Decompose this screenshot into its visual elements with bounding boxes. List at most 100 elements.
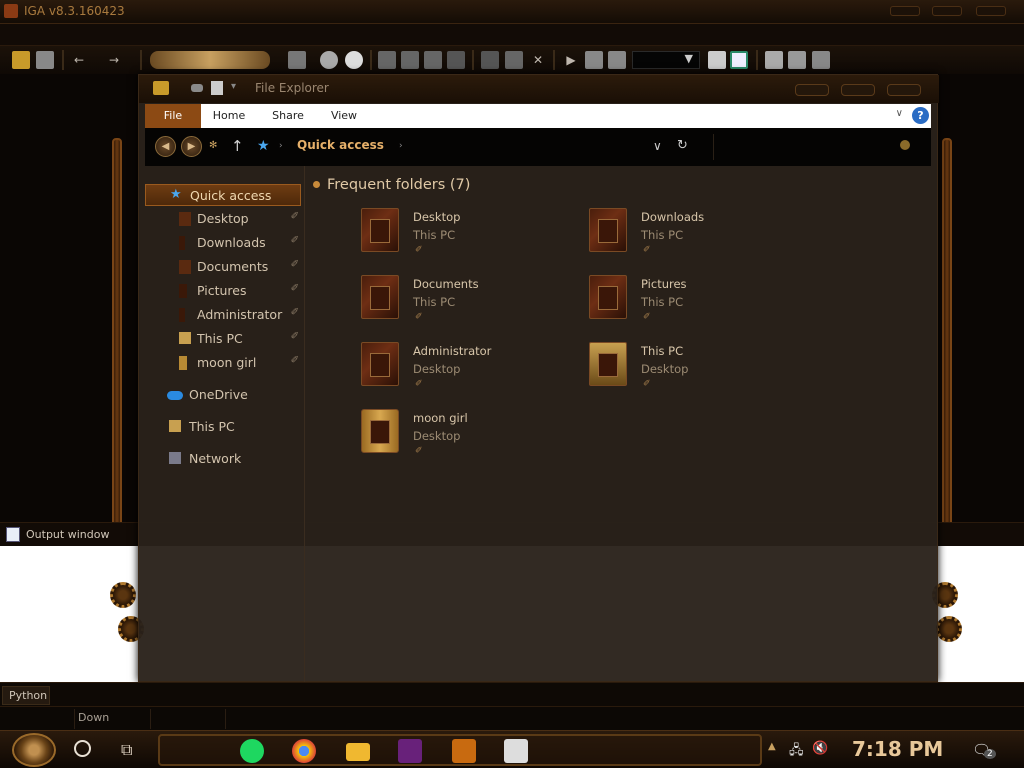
folder-location: This PC bbox=[641, 295, 684, 309]
pin-icon[interactable]: ✐ bbox=[291, 211, 299, 222]
recent-locations-icon[interactable]: ✻ bbox=[209, 140, 217, 151]
desktop-folder-icon bbox=[179, 212, 191, 226]
properties-icon[interactable] bbox=[191, 84, 203, 92]
folder-tile-desktop[interactable]: Desktop This PC ✐ bbox=[361, 208, 571, 268]
section-title[interactable]: Frequent folders (7) bbox=[327, 177, 470, 193]
table-icon[interactable] bbox=[401, 51, 419, 69]
nav-item-this-pc[interactable]: This PC bbox=[145, 416, 301, 438]
folder-name: This PC bbox=[641, 344, 684, 358]
file-explorer-icon[interactable] bbox=[346, 743, 370, 761]
nav-item-label: This PC bbox=[189, 419, 235, 434]
forward-arrow-icon[interactable]: → bbox=[105, 51, 123, 69]
document-icon[interactable] bbox=[765, 51, 783, 69]
nav-item-pictures[interactable]: Pictures ✐ bbox=[145, 280, 301, 302]
task-view-icon[interactable]: ⧉ bbox=[121, 740, 132, 760]
expand-ribbon-icon[interactable]: ∨ bbox=[896, 108, 903, 119]
chevron-down-icon[interactable]: ▾ bbox=[231, 81, 236, 92]
globe-icon[interactable] bbox=[320, 51, 338, 69]
chevron-down-icon[interactable]: ∨ bbox=[653, 139, 662, 153]
settings-icon[interactable] bbox=[788, 51, 806, 69]
folder-name: Pictures bbox=[641, 277, 687, 291]
show-hidden-icons-icon[interactable]: ▲ bbox=[768, 741, 776, 752]
nav-item-desktop[interactable]: Desktop ✐ bbox=[145, 208, 301, 230]
copy-icon[interactable] bbox=[708, 51, 726, 69]
nav-item-administrator[interactable]: Administrator ✐ bbox=[145, 304, 301, 326]
tab-share[interactable]: Share bbox=[263, 104, 313, 128]
open-icon[interactable] bbox=[12, 51, 30, 69]
pin-icon[interactable]: ✐ bbox=[291, 331, 299, 342]
nav-item-quick-access[interactable]: ★ Quick access bbox=[145, 184, 301, 206]
nav-item-moon-girl[interactable]: moon girl ✐ bbox=[145, 352, 301, 374]
up-arrow-icon[interactable]: ↑ bbox=[231, 137, 244, 155]
folder-tile-documents[interactable]: Documents This PC ✐ bbox=[361, 275, 571, 335]
visual-studio-icon[interactable] bbox=[398, 739, 422, 763]
save-icon[interactable] bbox=[36, 51, 54, 69]
explorer-close-button[interactable] bbox=[887, 84, 921, 96]
maximize-button[interactable] bbox=[932, 6, 962, 16]
nav-item-documents[interactable]: Documents ✐ bbox=[145, 256, 301, 278]
edit-icon[interactable] bbox=[505, 51, 523, 69]
folder-tile-this-pc[interactable]: This PC Desktop ✐ bbox=[589, 342, 799, 402]
pin-icon[interactable]: ✐ bbox=[291, 307, 299, 318]
stop-icon[interactable] bbox=[608, 51, 626, 69]
clock[interactable]: 7:18 PM bbox=[852, 737, 943, 761]
tool-icon[interactable] bbox=[447, 51, 465, 69]
nav-item-network[interactable]: Network bbox=[145, 448, 301, 470]
network-icon[interactable]: 🖧 bbox=[789, 741, 804, 763]
help-button[interactable]: ? bbox=[912, 107, 929, 124]
network-icon[interactable] bbox=[812, 51, 830, 69]
pin-icon[interactable]: ✐ bbox=[291, 235, 299, 246]
computer-icon bbox=[589, 342, 627, 386]
nav-item-downloads[interactable]: Downloads ✐ bbox=[145, 232, 301, 254]
breadcrumb-separator-icon: › bbox=[279, 141, 283, 151]
pin-icon[interactable]: ✐ bbox=[291, 283, 299, 294]
start-button[interactable] bbox=[12, 733, 56, 767]
run-target-dropdown[interactable]: ▼ bbox=[632, 51, 700, 69]
play-icon[interactable]: ▶ bbox=[562, 51, 580, 69]
text-icon[interactable] bbox=[424, 51, 442, 69]
record-icon[interactable] bbox=[345, 51, 363, 69]
tab-python[interactable]: Python bbox=[2, 686, 50, 705]
nav-item-this-pc-pinned[interactable]: This PC ✐ bbox=[145, 328, 301, 350]
explorer-maximize-button[interactable] bbox=[841, 84, 875, 96]
explorer-minimize-button[interactable] bbox=[795, 84, 829, 96]
chrome-icon[interactable] bbox=[292, 739, 316, 763]
cortana-icon[interactable] bbox=[74, 740, 91, 757]
volume-muted-icon[interactable]: 🔇 bbox=[812, 741, 828, 756]
folder-tile-moon-girl[interactable]: moon girl Desktop ✐ bbox=[361, 409, 571, 469]
nav-item-label: This PC bbox=[197, 331, 243, 346]
adobe-dreamweaver-icon[interactable] bbox=[452, 739, 476, 763]
tab-file[interactable]: File bbox=[145, 104, 201, 128]
new-file-icon[interactable] bbox=[211, 81, 223, 95]
folder-tile-pictures[interactable]: Pictures This PC ✐ bbox=[589, 275, 799, 335]
pin-icon[interactable]: ✐ bbox=[291, 355, 299, 366]
breadcrumb-separator-icon[interactable]: › bbox=[399, 141, 403, 151]
minimize-button[interactable] bbox=[890, 6, 920, 16]
nav-item-onedrive[interactable]: OneDrive bbox=[145, 384, 301, 406]
folder-location: Desktop bbox=[413, 429, 461, 443]
search-input[interactable] bbox=[713, 134, 919, 160]
tab-view[interactable]: View bbox=[321, 104, 367, 128]
folder-icon bbox=[153, 81, 169, 95]
pin-icon[interactable]: ✐ bbox=[291, 259, 299, 270]
pin-icon: ✐ bbox=[643, 379, 651, 389]
folder-tile-downloads[interactable]: Downloads This PC ✐ bbox=[589, 208, 799, 268]
pause-icon[interactable] bbox=[585, 51, 603, 69]
clipboard-icon[interactable] bbox=[730, 51, 748, 69]
search-icon[interactable] bbox=[900, 140, 910, 150]
brush-icon[interactable] bbox=[288, 51, 306, 69]
back-button[interactable]: ◀ bbox=[155, 136, 176, 157]
explorer-title-bar: ▾ File Explorer bbox=[139, 75, 939, 103]
spotify-icon[interactable] bbox=[240, 739, 264, 763]
tab-home[interactable]: Home bbox=[205, 104, 253, 128]
address-bar[interactable]: ★ › Quick access › ∨ ↻ bbox=[249, 134, 699, 160]
refresh-icon[interactable]: ↻ bbox=[677, 138, 688, 153]
forward-button[interactable]: ▶ bbox=[181, 136, 202, 157]
photo-viewer-icon[interactable] bbox=[504, 739, 528, 763]
folder-tile-administrator[interactable]: Administrator Desktop ✐ bbox=[361, 342, 571, 402]
cancel-icon[interactable]: ✕ bbox=[529, 51, 547, 69]
close-button[interactable] bbox=[976, 6, 1006, 16]
wand-icon[interactable] bbox=[481, 51, 499, 69]
code-icon[interactable] bbox=[378, 51, 396, 69]
back-arrow-icon[interactable]: ← bbox=[70, 51, 88, 69]
